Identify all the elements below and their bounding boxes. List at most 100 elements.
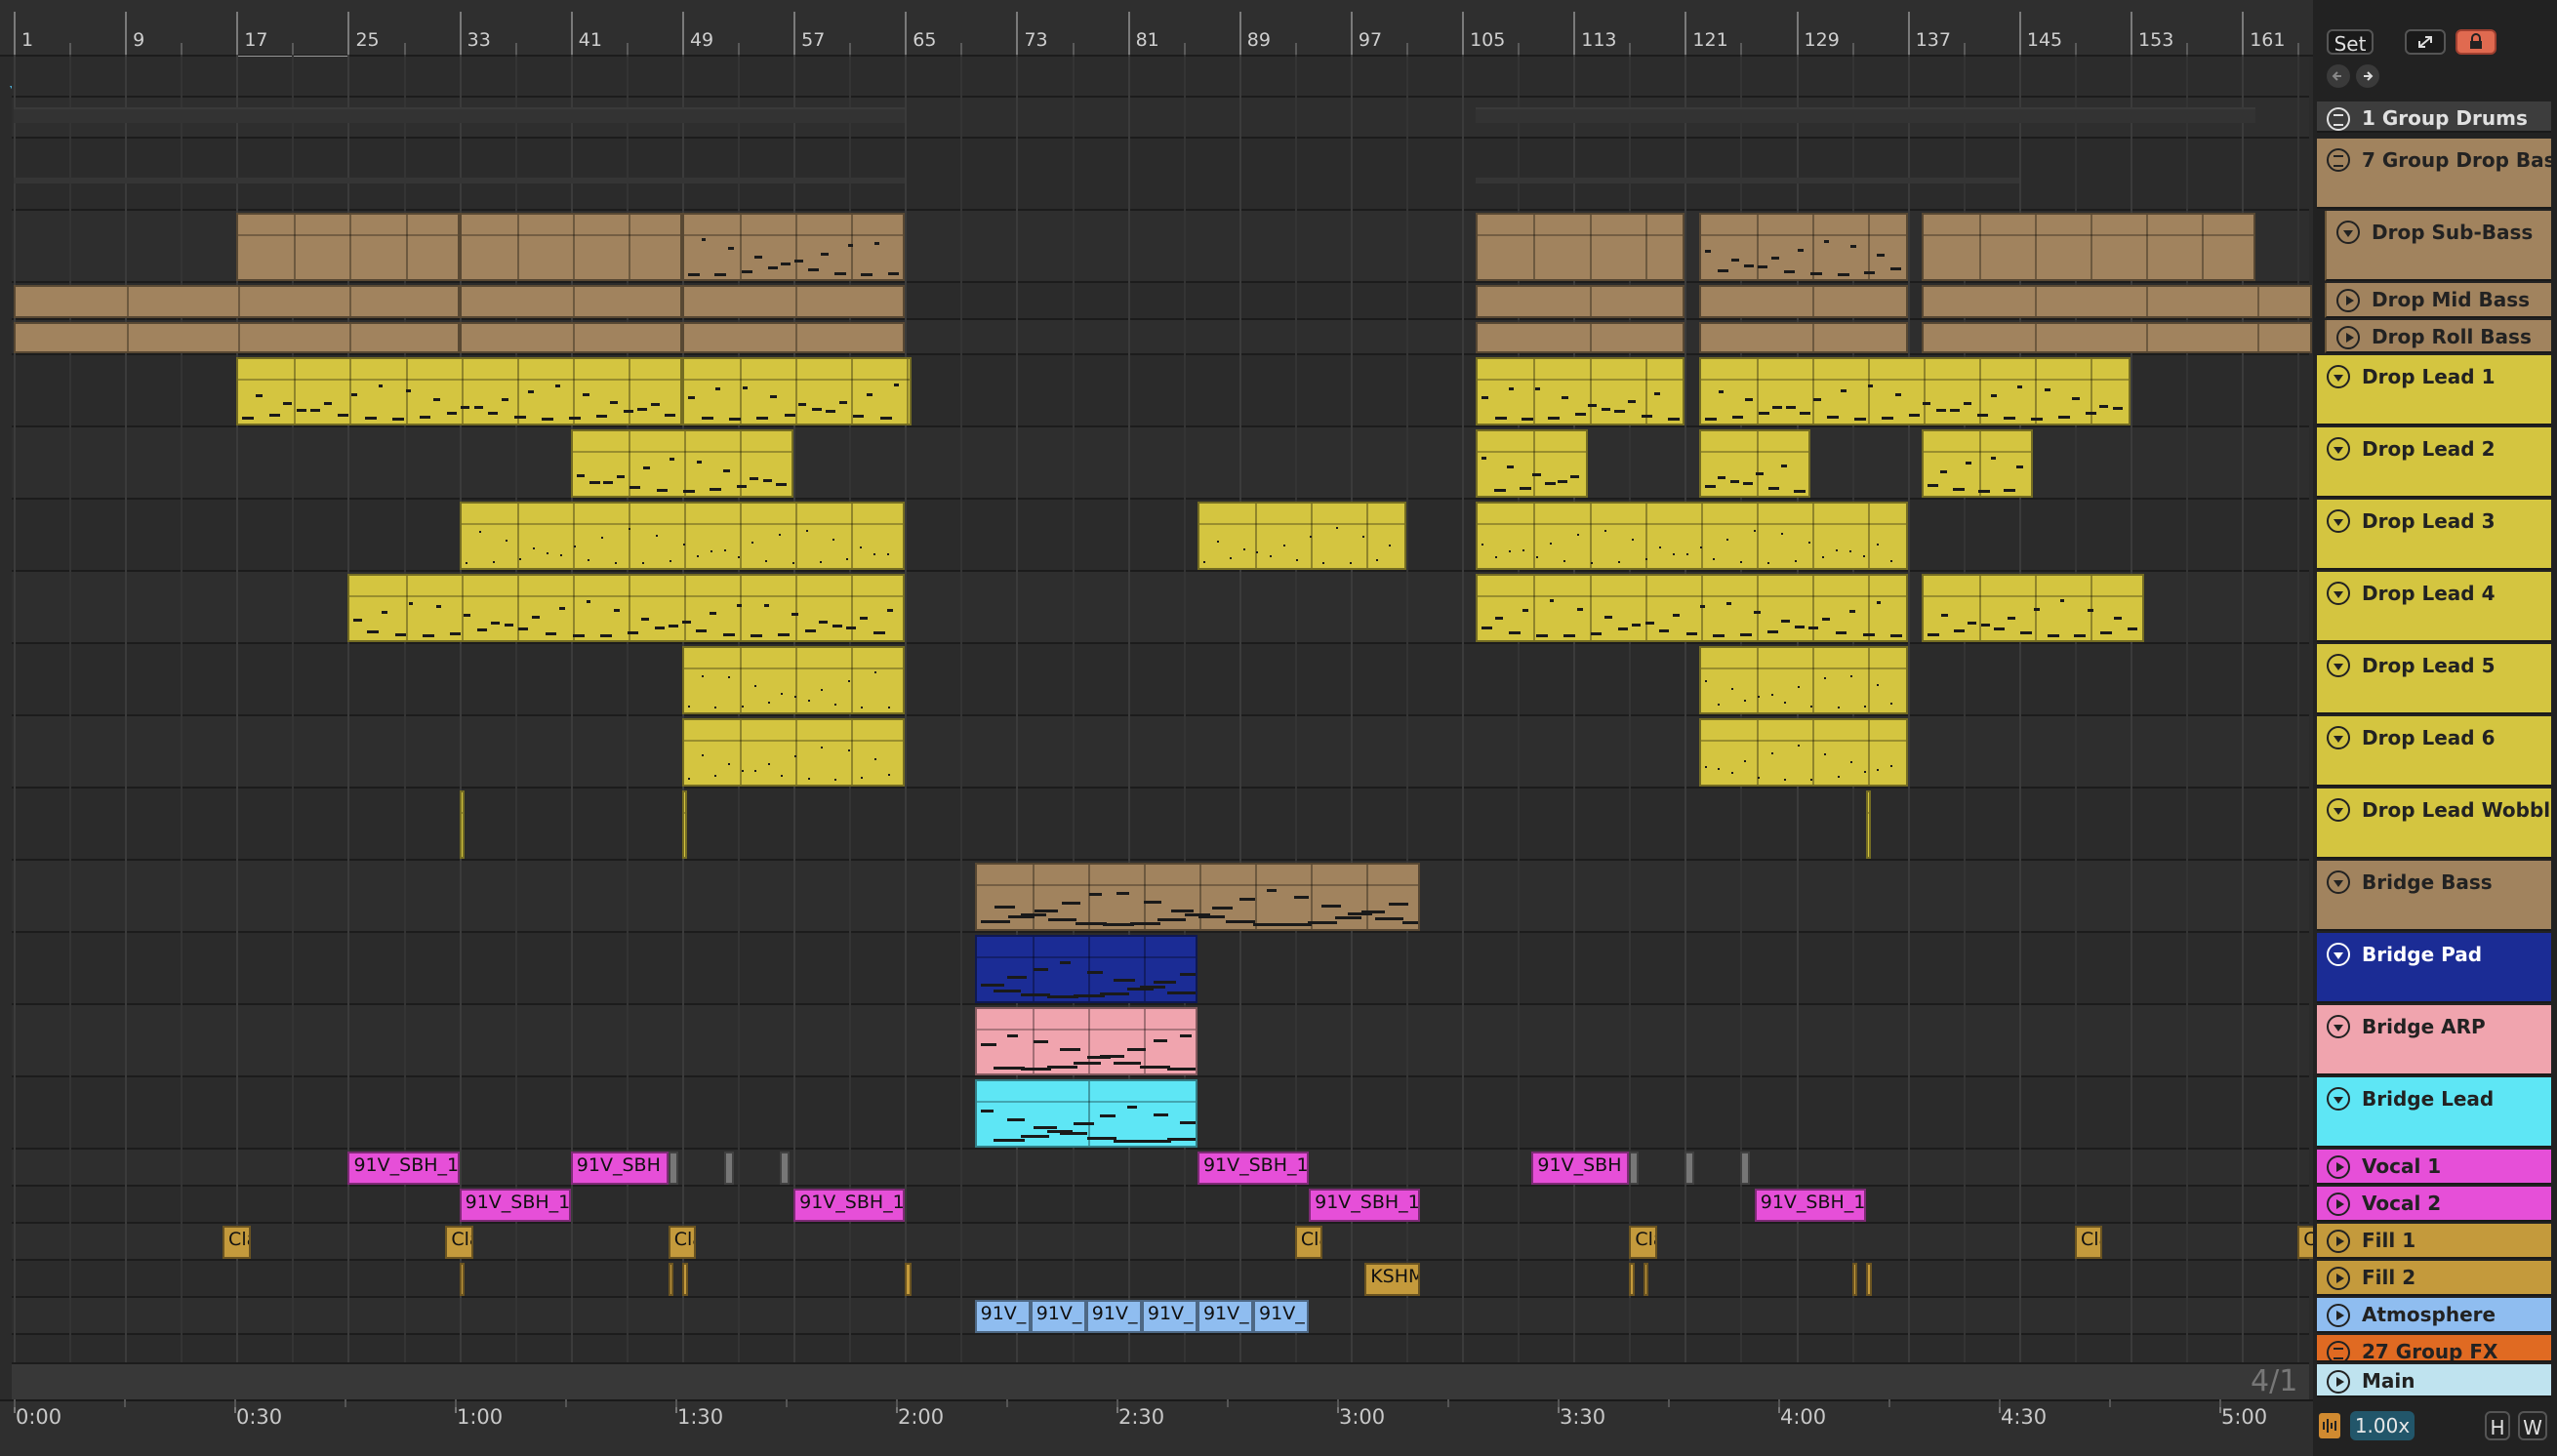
clip[interactable]: 91V_SBH_1 [459, 1189, 571, 1222]
clip[interactable]: Cla [2074, 1226, 2103, 1259]
clip[interactable]: Cla [1629, 1226, 1657, 1259]
clip[interactable] [1698, 357, 2131, 425]
clip[interactable] [1684, 1152, 1695, 1185]
clip[interactable] [1629, 1263, 1636, 1296]
clip[interactable]: 91V_SBH_1 [347, 1152, 460, 1185]
fold-icon[interactable] [2327, 582, 2350, 605]
track-header[interactable]: Bridge ARP [2317, 1005, 2551, 1075]
clip[interactable]: Cla [668, 1226, 697, 1259]
clip[interactable] [236, 357, 682, 425]
h-button[interactable]: H [2485, 1411, 2510, 1440]
track-header[interactable]: Drop Lead 2 [2317, 427, 2551, 498]
clip[interactable] [779, 1152, 790, 1185]
clip[interactable] [668, 1263, 674, 1296]
clip[interactable] [459, 1263, 466, 1296]
track-header[interactable]: 27 Group FX [2317, 1335, 2551, 1362]
fold-icon[interactable] [2327, 726, 2350, 749]
group-icon[interactable] [2327, 1341, 2350, 1360]
track-header[interactable]: Drop Lead 1 [2317, 355, 2551, 425]
clip[interactable]: 91V_SBH [570, 1152, 669, 1185]
clip[interactable]: Cla [1294, 1226, 1323, 1259]
clip[interactable] [1476, 357, 1685, 425]
fold-icon[interactable] [2327, 1015, 2350, 1038]
track-header[interactable]: Drop Lead 4 [2317, 572, 2551, 642]
track-header[interactable]: Drop Mid Bass [2325, 283, 2551, 318]
clip[interactable] [347, 574, 906, 642]
clip[interactable] [1740, 1152, 1751, 1185]
clip[interactable] [1698, 646, 1908, 714]
w-button[interactable]: W [2518, 1411, 2547, 1440]
clip[interactable]: 91V_SBH_1 [1197, 1152, 1310, 1185]
clip[interactable]: 91V_SBH [1531, 1152, 1630, 1185]
clip[interactable] [1629, 1152, 1640, 1185]
track-header[interactable]: Fill 2 [2317, 1261, 2551, 1296]
clip[interactable] [1476, 429, 1588, 498]
fold-icon[interactable] [2327, 943, 2350, 966]
track-header[interactable]: Bridge Bass [2317, 861, 2551, 931]
clip[interactable] [974, 1007, 1197, 1075]
fold-icon[interactable] [2336, 221, 2360, 244]
clip[interactable] [236, 213, 460, 281]
fold-icon[interactable] [2327, 365, 2350, 388]
clip[interactable] [681, 646, 906, 714]
clip[interactable] [681, 1263, 688, 1296]
set-button[interactable]: Set [2327, 29, 2374, 56]
play-icon[interactable] [2336, 289, 2360, 312]
waveform-icon[interactable] [2319, 1413, 2340, 1438]
clip[interactable] [1698, 322, 1908, 353]
clip[interactable] [1921, 322, 2312, 353]
clip[interactable] [1476, 574, 1908, 642]
clip[interactable] [1476, 285, 1685, 318]
forward-arrow-icon[interactable] [2356, 64, 2379, 88]
clip[interactable] [1921, 285, 2312, 318]
track-header[interactable]: Drop Lead 3 [2317, 500, 2551, 570]
zoom-field[interactable]: 1.00x [2350, 1411, 2415, 1440]
clip[interactable]: 91V_ [1030, 1300, 1086, 1333]
clip[interactable] [1698, 213, 1908, 281]
clip[interactable]: Cla [445, 1226, 473, 1259]
clip[interactable] [1865, 1263, 1872, 1296]
clip[interactable] [723, 1152, 734, 1185]
clip[interactable] [14, 285, 460, 318]
fold-icon[interactable] [2327, 870, 2350, 894]
clip[interactable] [459, 790, 465, 859]
clip[interactable] [1197, 502, 1406, 570]
clip[interactable] [14, 322, 460, 353]
clip[interactable] [974, 935, 1197, 1003]
clip[interactable] [459, 285, 682, 318]
clip[interactable]: 91V_ [1141, 1300, 1197, 1333]
clip[interactable]: 91V_ [1197, 1300, 1254, 1333]
clip[interactable] [974, 1079, 1197, 1148]
clip[interactable] [1921, 574, 2145, 642]
play-icon[interactable] [2336, 326, 2360, 349]
clip[interactable] [1643, 1263, 1649, 1296]
track-header[interactable]: Vocal 1 [2317, 1150, 2551, 1185]
clip[interactable] [1865, 790, 1871, 859]
clip[interactable] [974, 863, 1421, 931]
track-header[interactable]: Fill 1 [2317, 1224, 2551, 1259]
clip[interactable]: KSHM [1364, 1263, 1421, 1296]
clip[interactable] [459, 213, 682, 281]
clip[interactable] [905, 1263, 913, 1296]
track-header[interactable]: Bridge Lead [2317, 1077, 2551, 1148]
clip[interactable]: 91V_SBH_1 [793, 1189, 906, 1222]
clip[interactable] [1476, 213, 1685, 281]
clip[interactable]: 91V_ [974, 1300, 1031, 1333]
clip[interactable] [1921, 213, 2256, 281]
clip[interactable] [1698, 429, 1810, 498]
clip[interactable] [1698, 285, 1908, 318]
track-header[interactable]: 1 Group Drums [2317, 101, 2551, 133]
clip[interactable] [1921, 429, 2034, 498]
play-icon[interactable] [2327, 1370, 2350, 1394]
track-header[interactable]: Drop Roll Bass [2325, 320, 2551, 353]
clip[interactable]: Cla [223, 1226, 251, 1259]
clip[interactable] [668, 1152, 678, 1185]
expand-icon[interactable] [2405, 29, 2446, 55]
clip[interactable]: 91V_ [1085, 1300, 1142, 1333]
clip[interactable] [681, 790, 687, 859]
play-icon[interactable] [2327, 1304, 2350, 1327]
track-header[interactable]: Bridge Pad [2317, 933, 2551, 1003]
track-header[interactable]: Main [2317, 1364, 2551, 1397]
track-header[interactable]: Drop Sub-Bass [2325, 211, 2551, 281]
track-header[interactable]: Drop Lead 6 [2317, 716, 2551, 787]
